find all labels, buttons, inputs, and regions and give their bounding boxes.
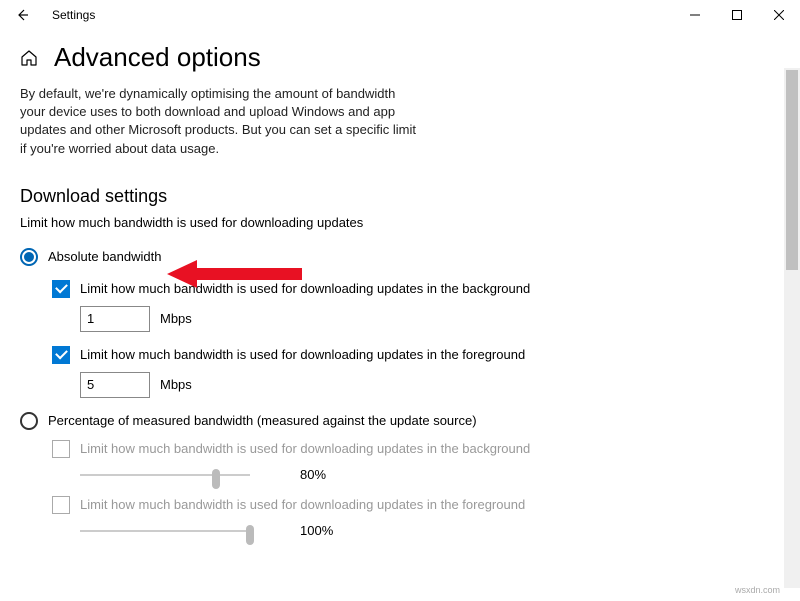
slider-bg-value: 80%: [300, 467, 326, 482]
check-bg-absolute-label: Limit how much bandwidth is used for dow…: [80, 281, 530, 296]
scrollbar[interactable]: [784, 68, 800, 588]
content-area: By default, we're dynamically optimising…: [0, 81, 800, 601]
page-header: Advanced options: [0, 30, 800, 81]
slider-bg-row: 80%: [20, 466, 780, 484]
check-bg-abs-row: Limit how much bandwidth is used for dow…: [20, 280, 780, 298]
check-fg-percentage-label: Limit how much bandwidth is used for dow…: [80, 497, 525, 512]
unit-fg-absolute: Mbps: [160, 377, 192, 392]
window-title: Settings: [52, 8, 95, 22]
slider-bg-percentage: [80, 466, 250, 484]
radio-absolute-row: Absolute bandwidth: [20, 248, 780, 266]
maximize-button[interactable]: [716, 1, 758, 29]
check-fg-pct-row: Limit how much bandwidth is used for dow…: [20, 496, 780, 514]
watermark: wsxdn.com: [735, 585, 780, 595]
check-fg-absolute-label: Limit how much bandwidth is used for dow…: [80, 347, 525, 362]
radio-percentage-row: Percentage of measured bandwidth (measur…: [20, 412, 780, 430]
input-bg-absolute-row: Mbps: [20, 306, 780, 332]
input-fg-absolute[interactable]: [80, 372, 150, 398]
home-icon[interactable]: [20, 49, 38, 67]
check-bg-percentage-label: Limit how much bandwidth is used for dow…: [80, 441, 530, 456]
check-fg-abs-row: Limit how much bandwidth is used for dow…: [20, 346, 780, 364]
radio-percentage-label: Percentage of measured bandwidth (measur…: [48, 413, 477, 428]
maximize-icon: [732, 10, 742, 20]
close-button[interactable]: [758, 1, 800, 29]
check-bg-absolute[interactable]: [52, 280, 70, 298]
radio-percentage[interactable]: [20, 412, 38, 430]
close-icon: [774, 10, 784, 20]
minimize-icon: [690, 10, 700, 20]
radio-absolute-label: Absolute bandwidth: [48, 249, 161, 264]
page-title: Advanced options: [54, 42, 261, 73]
radio-absolute[interactable]: [20, 248, 38, 266]
section-subtitle: Limit how much bandwidth is used for dow…: [20, 215, 780, 230]
input-fg-absolute-row: Mbps: [20, 372, 780, 398]
slider-fg-row: 100%: [20, 522, 780, 540]
input-bg-absolute[interactable]: [80, 306, 150, 332]
scrollbar-thumb[interactable]: [786, 70, 798, 270]
slider-fg-value: 100%: [300, 523, 333, 538]
check-bg-pct-row: Limit how much bandwidth is used for dow…: [20, 440, 780, 458]
check-fg-percentage: [52, 496, 70, 514]
back-button[interactable]: [8, 1, 36, 29]
titlebar: Settings: [0, 0, 800, 30]
unit-bg-absolute: Mbps: [160, 311, 192, 326]
check-fg-absolute[interactable]: [52, 346, 70, 364]
page-description: By default, we're dynamically optimising…: [20, 85, 420, 158]
check-bg-percentage: [52, 440, 70, 458]
slider-fg-percentage: [80, 522, 250, 540]
section-title: Download settings: [20, 186, 780, 207]
back-arrow-icon: [15, 8, 29, 22]
minimize-button[interactable]: [674, 1, 716, 29]
